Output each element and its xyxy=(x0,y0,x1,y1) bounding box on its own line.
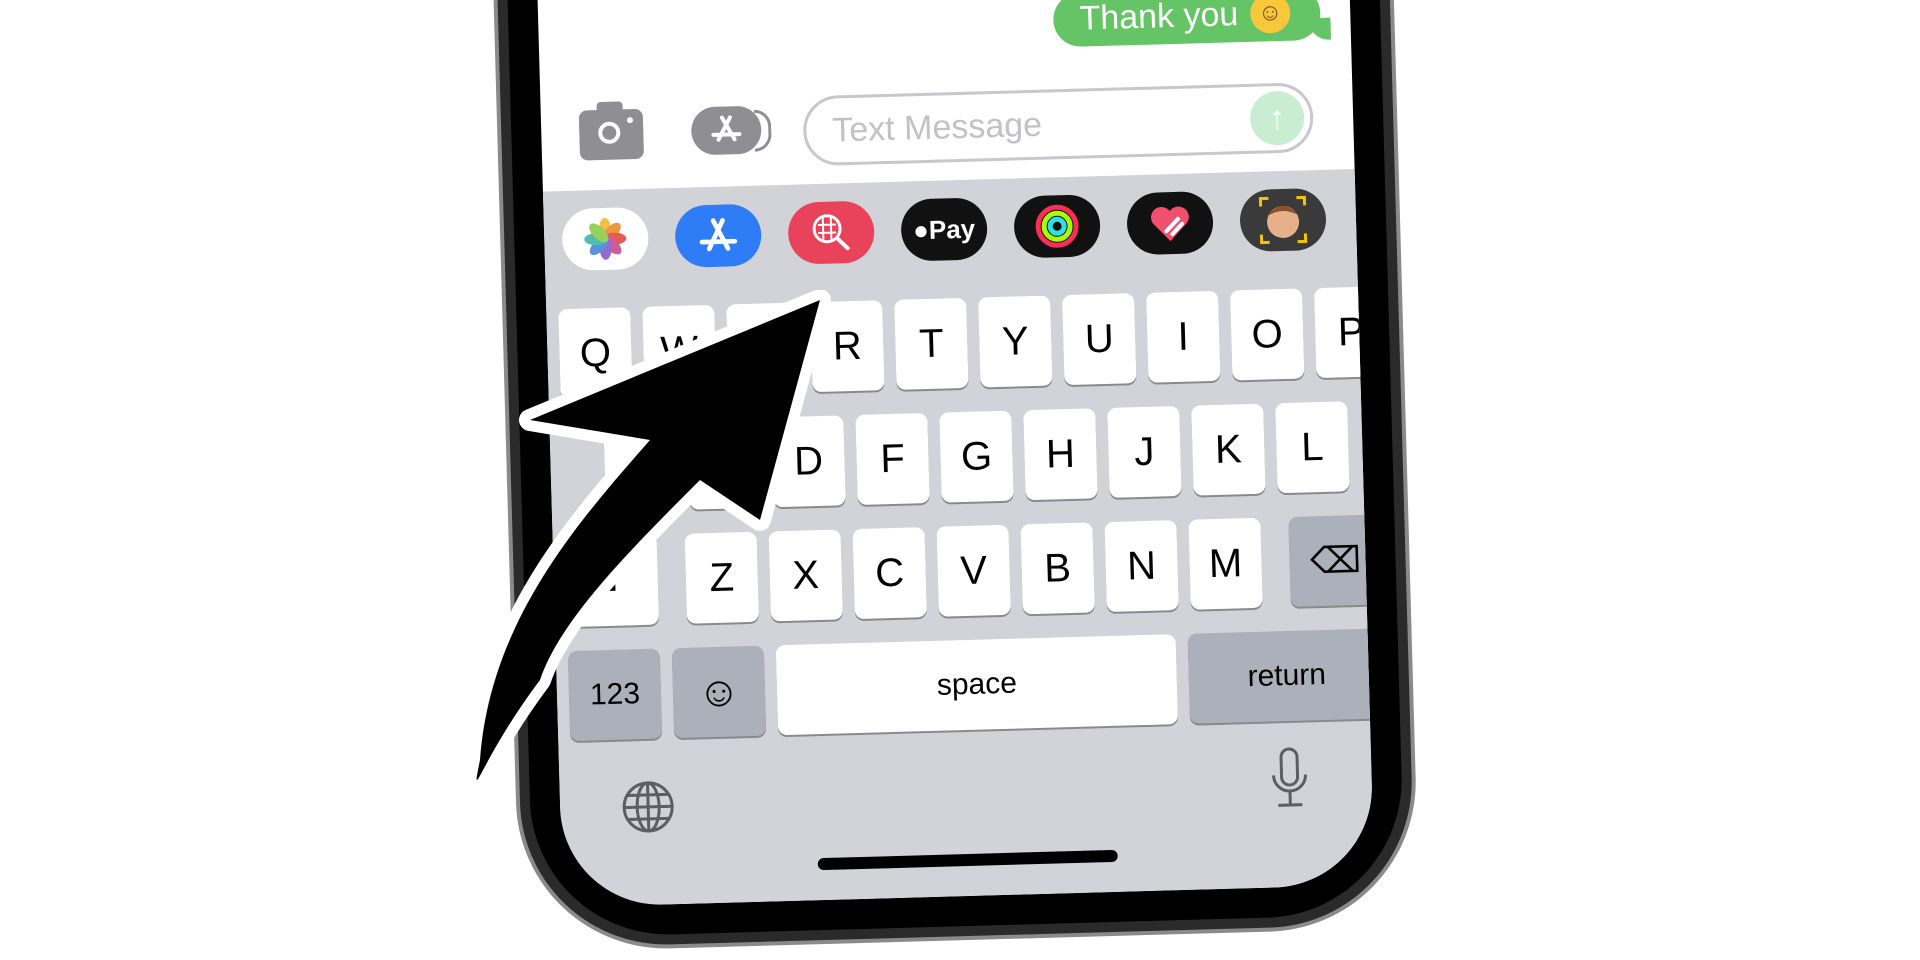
message-bubble-sent[interactable]: Thank you ☺ xyxy=(1052,0,1331,48)
curved-arrow-icon xyxy=(465,290,831,791)
key-c[interactable]: C xyxy=(852,527,927,620)
return-key[interactable]: return xyxy=(1187,628,1375,724)
key-m[interactable]: M xyxy=(1188,517,1263,610)
memoji-app-button[interactable] xyxy=(1239,187,1327,253)
apple-pay-app-button[interactable]: ●Pay xyxy=(900,197,988,262)
photos-app-button[interactable] xyxy=(561,206,650,272)
image-search-icon xyxy=(812,214,850,251)
key-l[interactable]: L xyxy=(1275,401,1350,494)
app-store-icon[interactable] xyxy=(690,105,762,156)
apple-pay-label: Pay xyxy=(928,213,976,245)
key-g[interactable]: G xyxy=(939,410,1014,503)
key-y[interactable]: Y xyxy=(978,295,1053,388)
digital-touch-app-button[interactable] xyxy=(1126,190,1214,256)
apple-pay-icon: ●Pay xyxy=(913,213,976,246)
image-search-app-button[interactable] xyxy=(787,200,876,265)
camera-icon[interactable] xyxy=(578,108,645,161)
key-t[interactable]: T xyxy=(894,297,969,390)
apple-logo-icon: ● xyxy=(912,214,930,245)
key-j[interactable]: J xyxy=(1107,405,1182,498)
arrow-up-icon: ↑ xyxy=(1268,98,1287,137)
key-v[interactable]: V xyxy=(936,524,1011,617)
activity-app-button[interactable] xyxy=(1013,194,1101,259)
bubble-tail xyxy=(1308,17,1331,41)
message-input-field[interactable]: ↑ xyxy=(802,82,1315,167)
send-button[interactable]: ↑ xyxy=(1249,90,1305,146)
app-drawer: ●Pay xyxy=(561,187,1357,293)
delete-icon: ⌫ xyxy=(1309,538,1362,582)
memoji-icon xyxy=(1258,195,1308,245)
camera-lens xyxy=(598,121,621,145)
app-store-glyph xyxy=(711,115,742,142)
camera-flash-dot xyxy=(626,117,634,124)
photos-icon xyxy=(584,217,627,260)
smiling-emoji-icon: ☺ xyxy=(1249,0,1291,34)
key-o[interactable]: O xyxy=(1229,288,1305,381)
microphone-icon[interactable] xyxy=(1267,746,1313,811)
key-n[interactable]: N xyxy=(1104,520,1179,613)
key-k[interactable]: K xyxy=(1191,403,1266,496)
key-h[interactable]: H xyxy=(1023,408,1098,501)
digital-touch-heart-icon xyxy=(1151,206,1189,242)
message-input[interactable] xyxy=(829,99,1219,152)
key-u[interactable]: U xyxy=(1062,293,1137,386)
message-text: Thank you xyxy=(1079,0,1239,38)
key-f[interactable]: F xyxy=(855,412,930,505)
stage: Thank you ☺ ↑ xyxy=(0,0,1920,960)
delete-key[interactable]: ⌫ xyxy=(1288,514,1375,607)
app-store-app-button[interactable] xyxy=(674,203,763,268)
activity-rings-icon xyxy=(1035,204,1079,248)
key-b[interactable]: B xyxy=(1020,522,1095,615)
key-i[interactable]: I xyxy=(1145,290,1221,383)
home-indicator[interactable] xyxy=(817,849,1118,871)
app-store-icon xyxy=(699,217,738,252)
